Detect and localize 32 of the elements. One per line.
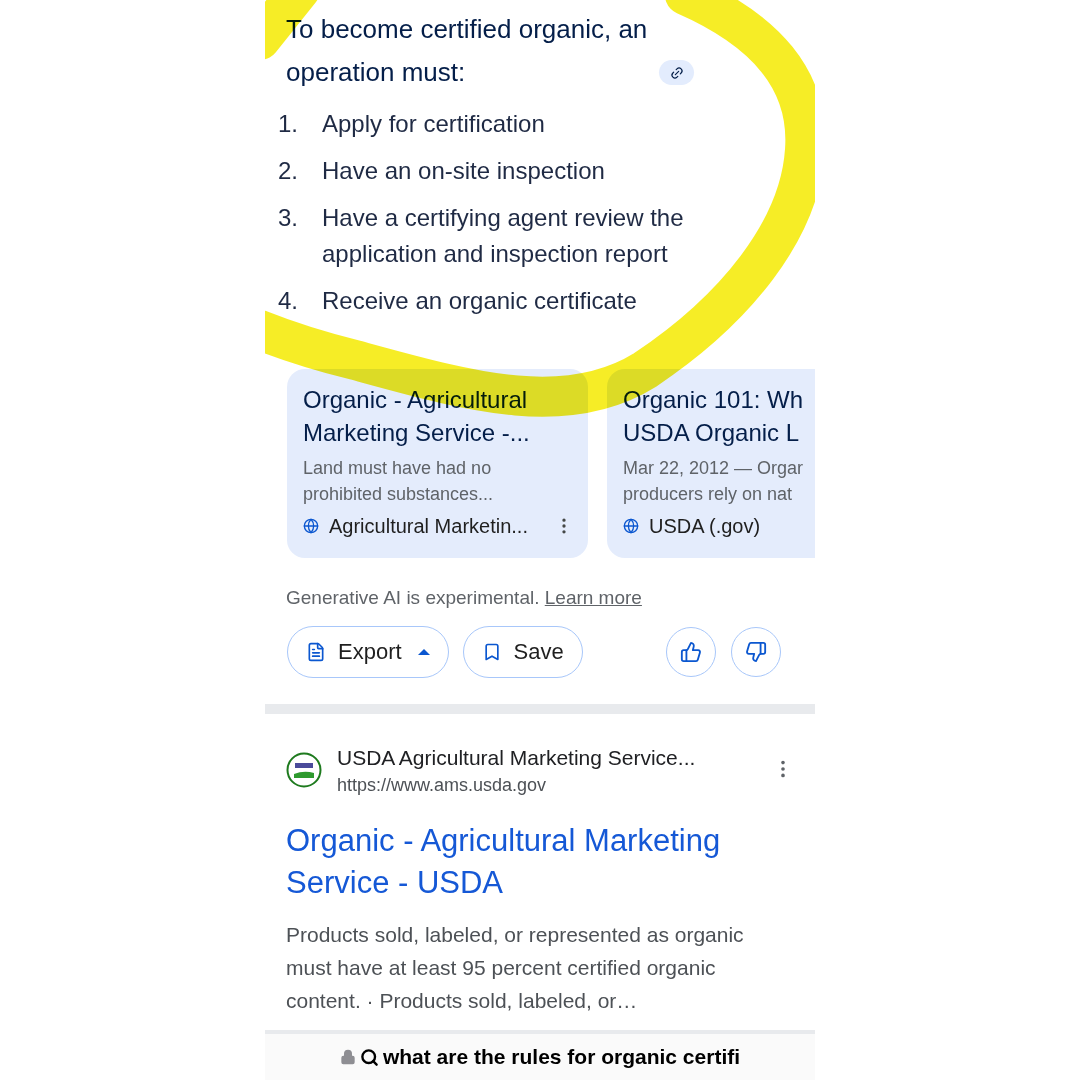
step-number: 1. [278,109,299,139]
step-number: 4. [278,286,299,316]
site-url: https://www.ams.usda.gov [337,773,548,797]
card-source: Agricultural Marketin... [329,514,528,539]
caret-icon [417,647,430,656]
thumbs-down-icon [745,640,767,663]
card-snippet: Land must have had no prohibited substances... [303,457,495,506]
link-chip[interactable] [659,60,694,85]
result-title-link[interactable]: Organic - Agricultural Marketing Service - USDA [286,819,794,904]
thumbs-up-icon [680,640,702,663]
result-snippet: Products sold, labeled, or represented as organic must have at least 95 percent certified organic content. · Products sold, labeled, or… [286,921,745,1014]
globe-icon [623,518,639,534]
step-number: 2. [278,156,299,186]
site-name: USDA Agricultural Marketing Service... [337,744,696,771]
search-icon [359,1047,379,1067]
source-card[interactable]: Organic 101: Wh USDA Organic L Mar 22, 2012 — Orgar producers rely on nat USDA (.gov) [607,369,815,558]
card-title: Organic 101: Wh USDA Organic L [623,385,805,448]
document-icon [306,641,326,662]
site-logo-icon [286,751,322,788]
step-number: 3. [278,203,299,233]
card-snippet: Mar 22, 2012 — Orgar producers rely on nat [623,457,805,506]
lock-icon [339,1049,356,1065]
card-source: USDA (.gov) [649,514,761,539]
step-text: Have an on-site inspection [322,156,606,186]
step-text: Have a certifying agent review the application and inspection report [322,203,685,269]
disclaimer-text: Generative AI is experimental. [286,587,540,608]
export-button[interactable]: Export [287,625,449,678]
learn-more-link[interactable]: Learn more [544,587,642,608]
save-button[interactable]: Save [462,625,583,678]
globe-icon [303,518,319,534]
step-text: Receive an organic certificate [322,286,638,316]
step-text: Apply for certification [322,109,546,139]
